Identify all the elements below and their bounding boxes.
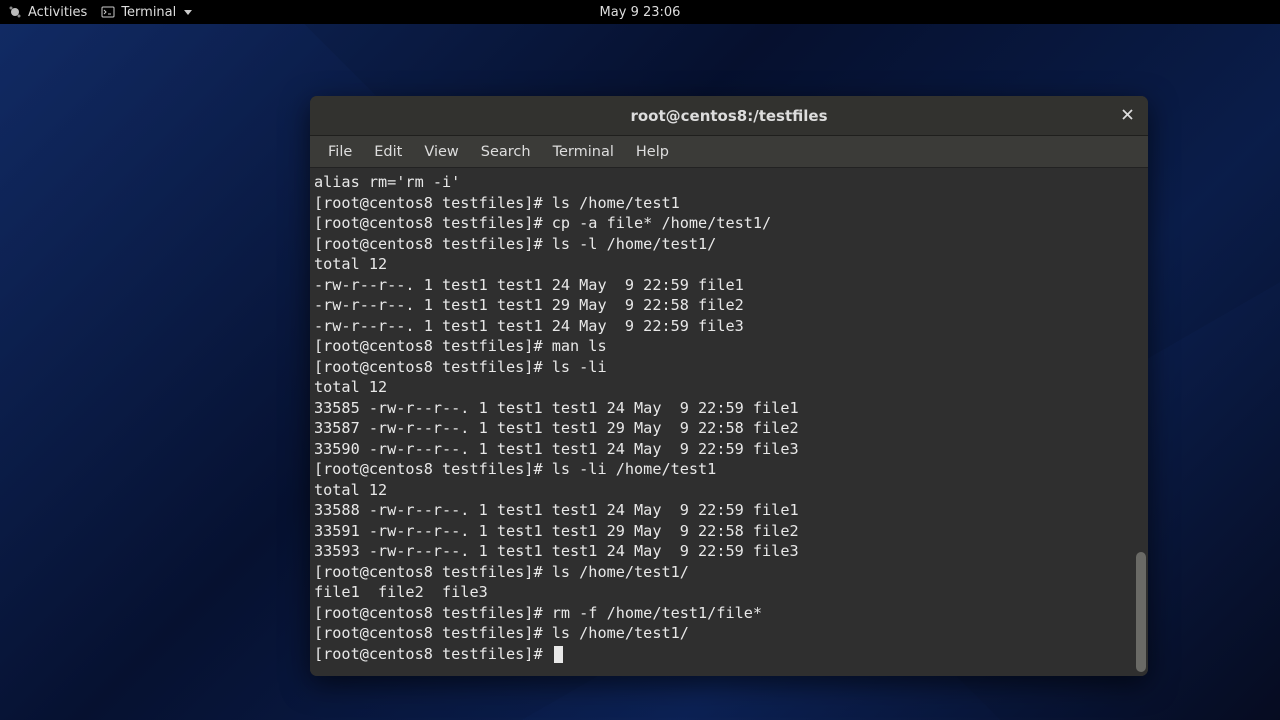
menu-terminal[interactable]: Terminal bbox=[543, 140, 624, 164]
menu-edit[interactable]: Edit bbox=[364, 140, 412, 164]
window-title: root@centos8:/testfiles bbox=[630, 107, 827, 125]
activities-icon bbox=[8, 5, 22, 19]
app-menu-button[interactable]: Terminal bbox=[101, 5, 192, 20]
menu-search[interactable]: Search bbox=[471, 140, 541, 164]
menu-view[interactable]: View bbox=[414, 140, 468, 164]
close-button[interactable] bbox=[1116, 105, 1138, 127]
close-icon bbox=[1121, 106, 1134, 126]
scrollbar-thumb[interactable] bbox=[1136, 552, 1146, 672]
terminal-app-icon bbox=[101, 5, 115, 19]
terminal-window: root@centos8:/testfiles File Edit View S… bbox=[310, 96, 1148, 676]
panel-left-group: Activities Terminal bbox=[8, 5, 192, 20]
activities-label: Activities bbox=[28, 5, 87, 20]
app-menu-label: Terminal bbox=[121, 5, 176, 20]
menubar: File Edit View Search Terminal Help bbox=[310, 136, 1148, 168]
activities-button[interactable]: Activities bbox=[8, 5, 87, 20]
terminal-cursor bbox=[554, 646, 563, 663]
menu-file[interactable]: File bbox=[318, 140, 362, 164]
scrollbar-track[interactable] bbox=[1136, 170, 1146, 674]
menu-help[interactable]: Help bbox=[626, 140, 679, 164]
chevron-down-icon bbox=[184, 10, 192, 15]
terminal-viewport: alias rm='rm -i' [root@centos8 testfiles… bbox=[310, 168, 1148, 676]
terminal-text-area[interactable]: alias rm='rm -i' [root@centos8 testfiles… bbox=[310, 168, 1148, 676]
panel-clock[interactable]: May 9 23:06 bbox=[600, 5, 681, 20]
window-titlebar[interactable]: root@centos8:/testfiles bbox=[310, 96, 1148, 136]
gnome-top-panel: Activities Terminal May 9 23:06 bbox=[0, 0, 1280, 24]
